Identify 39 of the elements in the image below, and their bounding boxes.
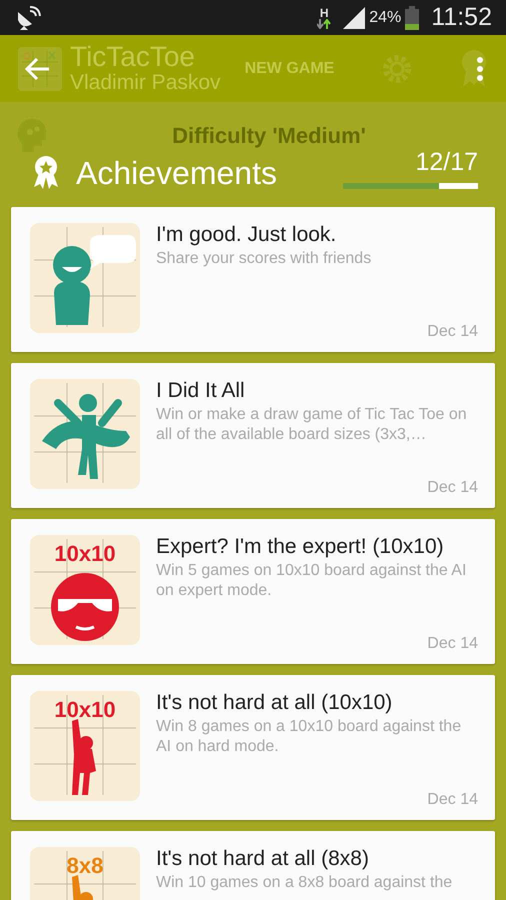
data-arrows-icon xyxy=(317,18,332,28)
board-size-label: 10x10 xyxy=(54,697,116,722)
achievement-card[interactable]: I Did It All Win or make a draw game of Tic Tac Toe on all of the available board sizes (3x3,… Dec 14 xyxy=(11,363,495,508)
board-size-label: 8x8 xyxy=(66,853,104,878)
achievement-title: I'm good. Just look. xyxy=(156,223,338,248)
achievement-title: I Did It All xyxy=(156,379,246,404)
app-subtitle: Vladimir Paskov xyxy=(70,70,221,94)
speech-bubble-icon xyxy=(90,235,136,269)
achievement-description: Win 10 games on a 8x8 board against the xyxy=(156,873,454,894)
battery-icon xyxy=(405,6,420,30)
board-size-label: 10x10 xyxy=(54,541,116,566)
achievement-card[interactable]: 8x8 It's not hard at all (8x8) Win 10 games on a 8x8 board against the xyxy=(11,831,495,900)
back-arrow-icon[interactable] xyxy=(24,56,50,80)
achievement-card[interactable]: 10x10 Expert? I'm the expert! (10x10) Win 5 games on 10x10 board against the AI on expert mode. Dec 14 xyxy=(11,519,495,664)
achievement-description: Win or make a draw game of Tic Tac Toe on all of the available board sizes (3x3,… xyxy=(156,405,468,446)
award-ribbon-icon xyxy=(32,155,60,189)
ribbon-icon[interactable] xyxy=(460,48,488,88)
achievement-title: It's not hard at all (8x8) xyxy=(156,847,370,872)
screen-title: Achievements xyxy=(76,157,277,189)
unlock-date: Dec 14 xyxy=(427,322,478,342)
signal-icon xyxy=(343,6,366,28)
progress-count: 12/17 xyxy=(415,150,478,175)
achievement-description: Share your scores with friends xyxy=(156,249,372,270)
unlock-date: Dec 14 xyxy=(427,478,478,498)
unlock-date: Dec 14 xyxy=(427,790,478,810)
achievement-title: Expert? I'm the expert! (10x10) xyxy=(156,535,445,560)
overflow-menu-icon[interactable] xyxy=(476,56,484,82)
achievement-description: Win 5 games on 10x10 board against the AI on expert mode. xyxy=(156,561,468,602)
achievement-title: It's not hard at all (10x10) xyxy=(156,691,394,716)
tictactoe-logo-icon xyxy=(18,46,62,90)
achievement-card[interactable]: I'm good. Just look. Share your scores with friends Dec 14 xyxy=(11,207,495,352)
achievement-description: Win 8 games on a 10x10 board against the AI on hard mode. xyxy=(156,717,462,758)
unlock-date: Dec 14 xyxy=(427,634,478,654)
network-type: H xyxy=(320,6,329,18)
difficulty-label: Difficulty 'Medium' xyxy=(172,122,366,150)
app-title: TicTacToe xyxy=(70,42,196,71)
achievement-card[interactable]: 10x10 It's not hard at all (10x10) Win 8 games on a 10x10 board against the AI on hard mode. Dec 14 xyxy=(11,675,495,820)
clock: 11:52 xyxy=(431,2,492,33)
battery-percent: 24% xyxy=(369,8,402,28)
